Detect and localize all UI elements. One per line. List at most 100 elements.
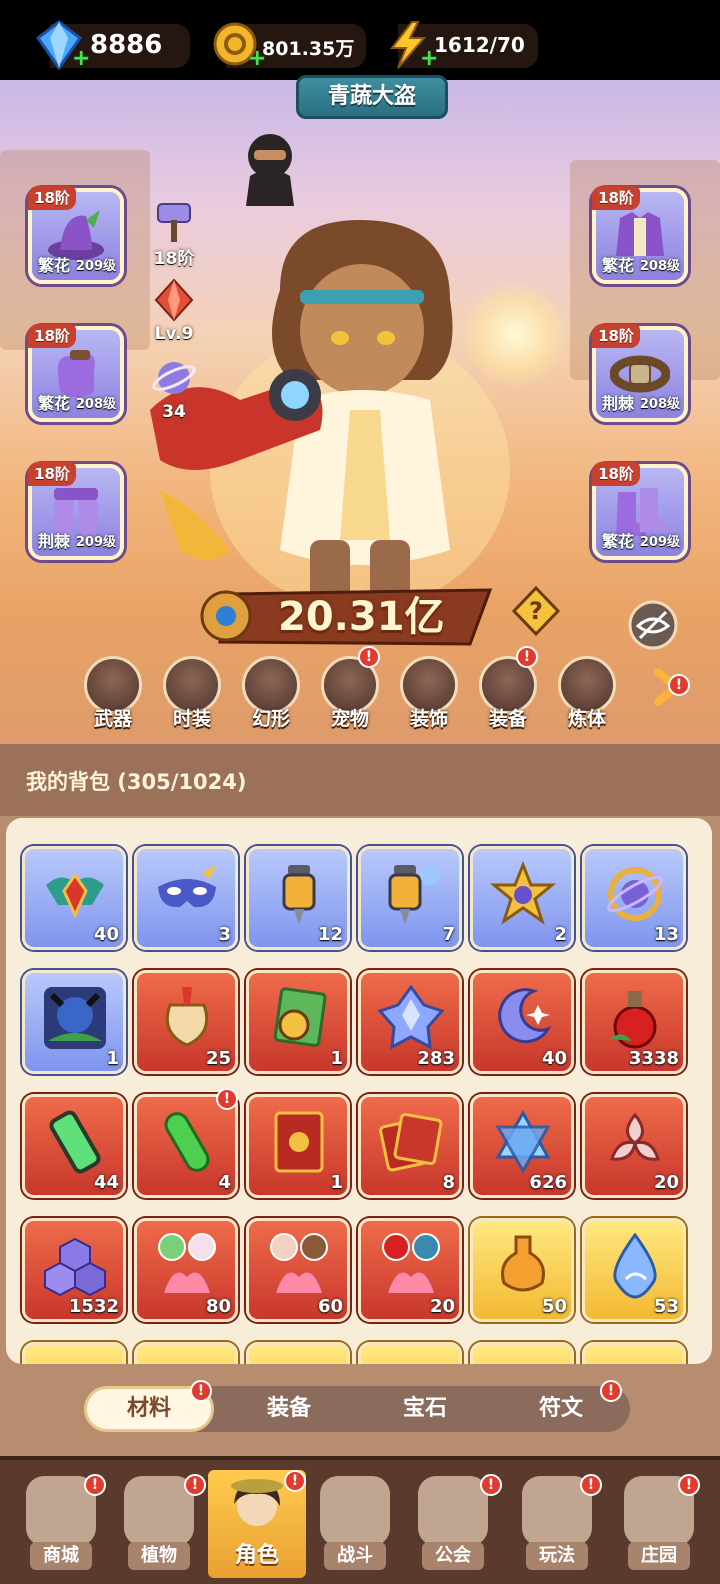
button-label: 幻形 — [251, 708, 290, 730]
item-count: 25 — [205, 1048, 231, 1069]
gameplay-alert-icon: ! — [580, 1474, 602, 1496]
equip-slot-boots[interactable]: 18阶 繁花 209级 — [592, 462, 688, 560]
diamond-add-icon[interactable]: + — [72, 46, 90, 71]
tab-equipment[interactable]: 装备 — [224, 1386, 354, 1432]
gem-level-badge[interactable]: Lv.9 — [144, 276, 204, 344]
character-title-plate[interactable]: 青蔬大盗 — [296, 75, 448, 119]
equip-slot-gloves[interactable]: 18阶 繁花 208级 — [28, 324, 124, 422]
energy-counter[interactable]: + 1612/70 — [389, 21, 538, 71]
star-icon — [490, 861, 556, 925]
bag-item[interactable]: 4 — [134, 1094, 238, 1198]
vial-cloud-icon — [388, 865, 440, 925]
item-count: 20 — [653, 1172, 679, 1193]
ninja-avatar-icon[interactable] — [240, 130, 300, 206]
bag-title: 我的背包 (305/1024) — [26, 770, 247, 794]
game-screen: { "resources": { "diamonds": "8886", "go… — [0, 0, 720, 1584]
slot-tier: 18阶 — [28, 462, 76, 486]
bag-item[interactable]: 40 — [470, 970, 574, 1074]
lotus-duo-icon — [158, 1233, 216, 1293]
bag-item[interactable]: 20 — [358, 1218, 462, 1322]
item-count: 3 — [218, 924, 231, 945]
slot-quality: 繁花 — [38, 256, 71, 275]
materials-alert-icon: ! — [190, 1380, 212, 1402]
weapon-button[interactable]: 武器 — [80, 656, 146, 731]
equip-slot-belt[interactable]: 18阶 荆棘 208级 — [592, 324, 688, 422]
green-tube-icon — [49, 1110, 101, 1174]
bag-item[interactable]: 40 — [22, 846, 126, 950]
bag-item-partial[interactable] — [358, 1342, 462, 1364]
diamond-counter[interactable]: + 8886 — [36, 20, 190, 71]
bag-item[interactable]: 3338 — [582, 970, 686, 1074]
slot-tier: 18阶 — [592, 462, 640, 486]
bag-item-partial[interactable] — [470, 1342, 574, 1364]
equip-slot-pants[interactable]: 18阶 荆棘 209级 — [28, 462, 124, 560]
bag-item[interactable]: 2 — [470, 846, 574, 950]
bag-item[interactable]: 44 — [22, 1094, 126, 1198]
red-gem-icon — [154, 278, 194, 322]
bag-item[interactable]: 53 — [582, 1218, 686, 1322]
help-icon[interactable]: ? — [512, 586, 560, 636]
bag-item[interactable]: 12 — [246, 846, 350, 950]
equipment-button[interactable]: 装备 — [475, 656, 541, 731]
pet-button[interactable]: 宠物 — [317, 656, 383, 731]
weapon-tier-badge[interactable]: 18阶 — [144, 196, 204, 269]
item-count: 1 — [106, 1048, 119, 1069]
item-count: 80 — [205, 1296, 231, 1317]
slot-quality: 繁花 — [602, 256, 635, 275]
slot-quality: 荆棘 — [602, 394, 635, 413]
bag-item[interactable]: 13 — [582, 846, 686, 950]
bag-item[interactable]: 283 — [358, 970, 462, 1074]
bag-item[interactable]: 7 — [358, 846, 462, 950]
ring-orb-icon — [607, 867, 663, 921]
gold-counter[interactable]: + 801.35万 — [213, 22, 366, 71]
green-capsule-icon — [164, 1112, 210, 1172]
bag-item[interactable]: 25 — [134, 970, 238, 1074]
hide-eye-icon[interactable] — [628, 600, 678, 650]
bag-item[interactable]: 1 — [246, 1094, 350, 1198]
bag-item-partial[interactable] — [246, 1342, 350, 1364]
bag-item[interactable]: 60 — [246, 1218, 350, 1322]
moon-icon — [498, 988, 552, 1044]
crystal-icon — [378, 985, 444, 1050]
orb-count-badge[interactable]: 34 — [144, 354, 204, 422]
nav-battle[interactable]: 战斗 — [306, 1470, 404, 1578]
body-refine-button[interactable]: 炼体 — [554, 656, 620, 731]
slot-tier: 18阶 — [592, 186, 640, 210]
bag-item-partial[interactable] — [22, 1342, 126, 1364]
hammer-icon — [157, 203, 191, 242]
bag-item[interactable]: 1 — [22, 970, 126, 1074]
bag-item[interactable]: 1532 — [22, 1218, 126, 1322]
bag-item[interactable]: 80 — [134, 1218, 238, 1322]
bag-item[interactable]: 20 — [582, 1094, 686, 1198]
tab-gems[interactable]: 宝石 — [360, 1386, 490, 1432]
slot-tier: 18阶 — [28, 324, 76, 348]
water-drop-icon — [613, 1233, 657, 1299]
equip-slot-armor[interactable]: 18阶 繁花 208级 — [592, 186, 688, 284]
mask-icon — [158, 865, 216, 908]
nav-label: 战斗 — [324, 1542, 386, 1570]
nav-label: 角色 — [234, 1543, 279, 1568]
bag-item-partial[interactable] — [134, 1342, 238, 1364]
plants-alert-icon: ! — [184, 1474, 206, 1496]
fashion-button[interactable]: 时装 — [159, 656, 225, 731]
bag-item[interactable]: 50 — [470, 1218, 574, 1322]
nav-label: 玩法 — [526, 1542, 588, 1570]
slot-level: 209级 — [75, 259, 116, 274]
item-count: 8 — [442, 1172, 455, 1193]
bag-item-partial[interactable] — [582, 1342, 686, 1364]
bag-tab-bar: 材料 装备 宝石 符文 — [84, 1386, 630, 1432]
manor-alert-icon: ! — [678, 1474, 700, 1496]
transform-button[interactable]: 幻形 — [238, 656, 304, 731]
equip-slot-hat[interactable]: 18阶 繁花 209级 — [28, 186, 124, 284]
item-count: 1 — [330, 1172, 343, 1193]
bag-item[interactable]: 1 — [246, 970, 350, 1074]
bag-item[interactable]: 3 — [134, 846, 238, 950]
scarab-icon — [46, 872, 104, 919]
bag-item[interactable]: 626 — [470, 1094, 574, 1198]
bag-item[interactable]: 8 — [358, 1094, 462, 1198]
combat-power-value: 20.31亿 — [278, 594, 445, 640]
decoration-button[interactable]: 装饰 — [396, 656, 462, 731]
shop-alert-icon: ! — [84, 1474, 106, 1496]
clock-book-icon — [273, 987, 327, 1047]
slot-level: 209级 — [75, 535, 116, 550]
